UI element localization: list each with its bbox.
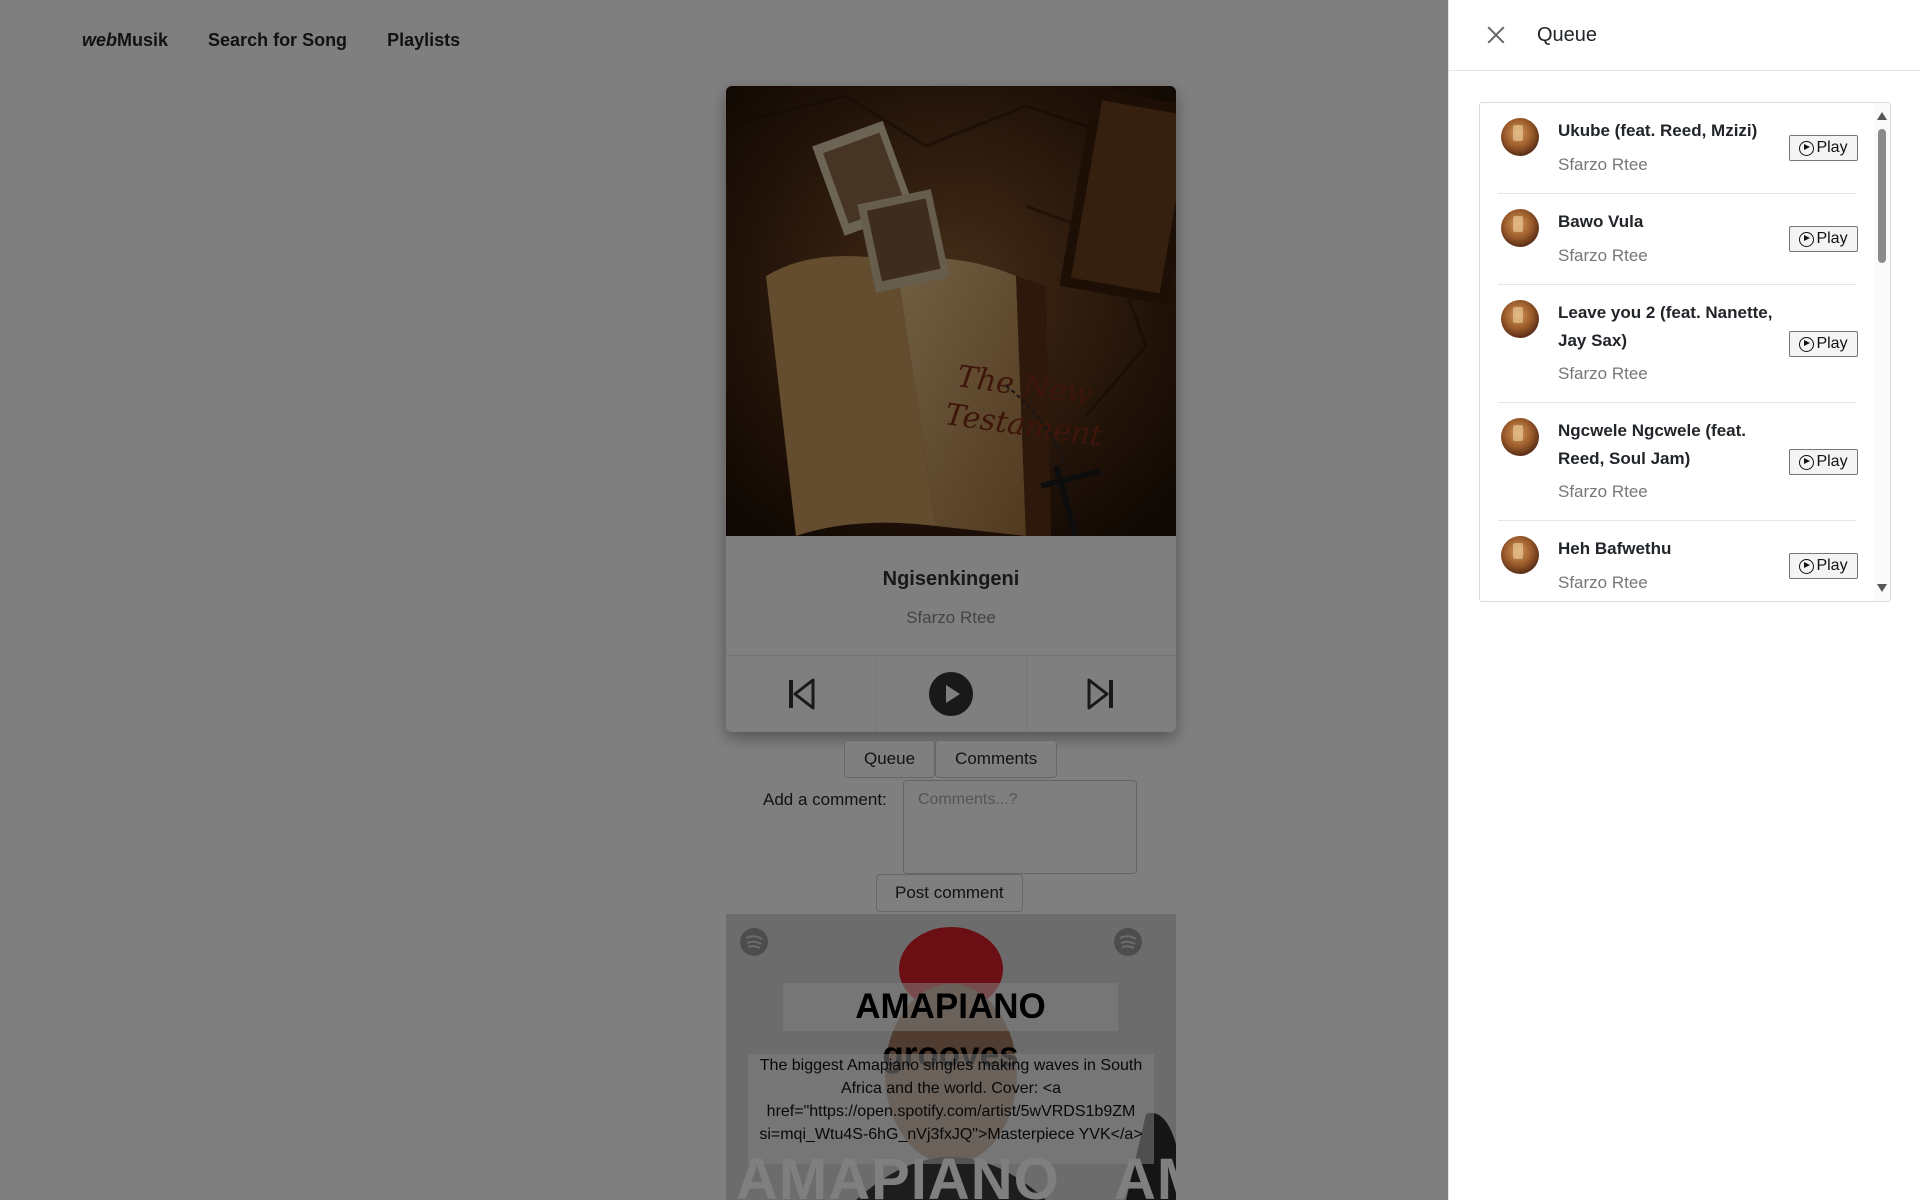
queue-list-container[interactable]: Ukube (feat. Reed, Mzizi) Sfarzo Rtee Pl… — [1479, 102, 1891, 602]
queue-scrollbar[interactable] — [1874, 103, 1890, 601]
drawer-title: Queue — [1537, 23, 1598, 46]
queue-item: Ukube (feat. Reed, Mzizi) Sfarzo Rtee Pl… — [1498, 103, 1858, 194]
queue-item-title: Heh Bafwethu — [1558, 539, 1672, 558]
queue-item-title: Leave you 2 (feat. Nanette, Jay Sax) — [1558, 303, 1773, 350]
track-thumbnail — [1501, 118, 1539, 156]
queue-item-title: Bawo Vula — [1558, 212, 1644, 231]
play-circle-icon — [1799, 231, 1815, 247]
queue-item-artist: Sfarzo Rtee — [1558, 155, 1648, 174]
modal-backdrop[interactable] — [0, 0, 1448, 1200]
queue-item: Leave you 2 (feat. Nanette, Jay Sax) Sfa… — [1498, 285, 1858, 403]
scroll-down-icon[interactable] — [1877, 584, 1887, 592]
queue-item-artist: Sfarzo Rtee — [1558, 482, 1648, 501]
queue-item: Ngcwele Ngcwele (feat. Reed, Soul Jam) S… — [1498, 403, 1858, 521]
queue-list: Ukube (feat. Reed, Mzizi) Sfarzo Rtee Pl… — [1498, 103, 1858, 601]
queue-item-artist: Sfarzo Rtee — [1558, 246, 1648, 265]
scroll-thumb[interactable] — [1878, 129, 1886, 263]
drawer-header: Queue — [1449, 0, 1920, 71]
queue-item-title: Ngcwele Ngcwele (feat. Reed, Soul Jam) — [1558, 421, 1747, 468]
scroll-up-icon[interactable] — [1877, 112, 1887, 120]
play-circle-icon — [1799, 336, 1815, 352]
queue-item: Heh Bafwethu Sfarzo Rtee Play — [1498, 521, 1858, 601]
track-thumbnail — [1501, 418, 1539, 456]
play-circle-icon — [1799, 140, 1815, 156]
close-icon[interactable] — [1485, 24, 1507, 46]
play-label: Play — [1816, 335, 1848, 352]
queue-drawer: Queue Ukube (feat. Reed, Mzizi) Sfarzo R… — [1448, 0, 1920, 1200]
play-label: Play — [1816, 139, 1848, 156]
queue-item-artist: Sfarzo Rtee — [1558, 364, 1648, 383]
track-thumbnail — [1501, 536, 1539, 574]
play-label: Play — [1816, 453, 1848, 470]
queue-item: Bawo Vula Sfarzo Rtee Play — [1498, 194, 1858, 285]
track-thumbnail — [1501, 209, 1539, 247]
queue-play-button[interactable]: Play — [1789, 331, 1858, 357]
queue-play-button[interactable]: Play — [1789, 135, 1858, 161]
queue-play-button[interactable]: Play — [1789, 449, 1858, 475]
queue-item-title: Ukube (feat. Reed, Mzizi) — [1558, 121, 1758, 140]
play-label: Play — [1816, 230, 1848, 247]
play-circle-icon — [1799, 454, 1815, 470]
track-thumbnail — [1501, 300, 1539, 338]
queue-item-artist: Sfarzo Rtee — [1558, 573, 1648, 592]
queue-play-button[interactable]: Play — [1789, 553, 1858, 579]
queue-play-button[interactable]: Play — [1789, 226, 1858, 252]
play-circle-icon — [1799, 558, 1815, 574]
play-label: Play — [1816, 557, 1848, 574]
